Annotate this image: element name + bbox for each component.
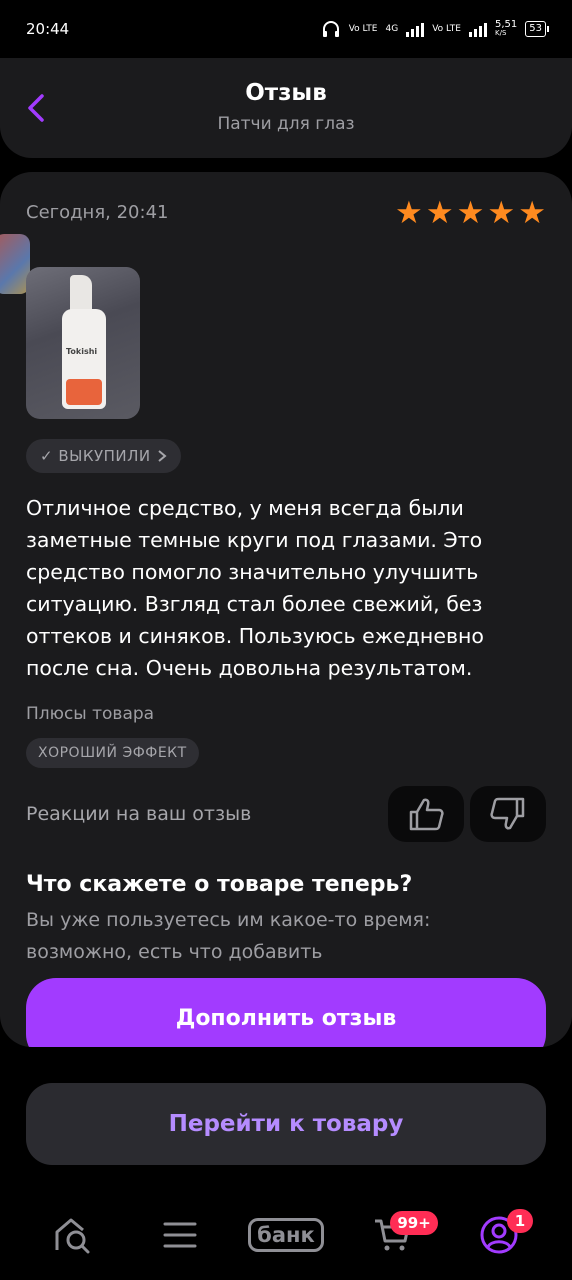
review-date: Сегодня, 20:41 bbox=[26, 202, 169, 223]
bottle-label bbox=[66, 379, 102, 405]
status-time: 20:44 bbox=[26, 20, 70, 38]
dislike-button[interactable] bbox=[470, 786, 546, 842]
headphones-icon bbox=[322, 21, 339, 37]
bottle-brand: Tokishi bbox=[66, 347, 98, 356]
bought-badge[interactable]: ✓ ВЫКУПИЛИ bbox=[26, 439, 181, 473]
battery-icon: 53 bbox=[525, 21, 549, 37]
thumbs-down-icon bbox=[490, 797, 525, 830]
profile-badge: 1 bbox=[506, 1209, 534, 1233]
bottle-pump bbox=[70, 275, 92, 313]
speed-readout: 5,51 K/S bbox=[495, 20, 517, 38]
update-prompt-title: Что скажете о товаре теперь? bbox=[26, 872, 413, 897]
network-label-1: Vo LTE bbox=[348, 24, 378, 34]
nav-profile[interactable]: 1 bbox=[459, 1205, 539, 1265]
chevron-right-icon bbox=[158, 450, 167, 462]
speed-unit: K/S bbox=[495, 29, 507, 37]
review-photo[interactable]: Tokishi bbox=[26, 267, 140, 419]
nav-bank[interactable]: банк bbox=[246, 1205, 326, 1265]
reactions-label: Реакции на ваш отзыв bbox=[26, 803, 252, 825]
go-to-product-button[interactable]: Перейти к товару bbox=[26, 1083, 546, 1165]
status-indicators: Vo LTE 4G Vo LTE 5,51 K/S 53 bbox=[321, 20, 549, 38]
review-body: Отличное средство, у меня всегда были за… bbox=[26, 496, 484, 680]
nav-home[interactable] bbox=[33, 1205, 113, 1265]
bank-logo: банк bbox=[248, 1218, 324, 1252]
network-label-2: 4G bbox=[385, 24, 399, 34]
bottom-navigation: банк 99+ 1 bbox=[0, 1190, 572, 1280]
bought-label: ✓ ВЫКУПИЛИ bbox=[40, 447, 151, 465]
star-icon: ★ bbox=[487, 195, 516, 231]
star-icon: ★ bbox=[456, 195, 485, 231]
update-prompt-description: Вы уже пользуетесь им какое-то время: во… bbox=[26, 909, 431, 963]
add-to-review-button[interactable]: Дополнить отзыв bbox=[26, 978, 546, 1047]
nav-catalog[interactable] bbox=[140, 1205, 220, 1265]
page-subtitle: Патчи для глаз bbox=[217, 114, 355, 134]
signal-icon bbox=[406, 21, 425, 37]
signal-icon-2 bbox=[469, 21, 487, 37]
pros-tag: ХОРОШИЙ ЭФФЕКТ bbox=[26, 738, 199, 768]
speed-value: 5,51 bbox=[495, 19, 518, 30]
status-bar: 20:44 Vo LTE 4G Vo LTE 5,51 K/S 53 bbox=[0, 0, 572, 58]
network-label-3: Vo LTE bbox=[432, 24, 461, 34]
star-icon: ★ bbox=[395, 195, 423, 231]
star-icon: ★ bbox=[425, 195, 454, 231]
cart-badge: 99+ bbox=[390, 1211, 438, 1235]
thumbs-up-icon bbox=[409, 798, 444, 831]
rating-stars: ★ ★ ★ ★ ★ bbox=[395, 196, 546, 230]
nav-cart[interactable]: 99+ bbox=[352, 1205, 438, 1265]
review-card: Сегодня, 20:41 ★ ★ ★ ★ ★ Tokishi ✓ ВЫКУП… bbox=[0, 172, 572, 1047]
top-bar: Отзыв Патчи для глаз bbox=[0, 58, 572, 158]
pros-label: Плюсы товара bbox=[26, 704, 155, 724]
star-icon: ★ bbox=[518, 195, 546, 231]
like-button[interactable] bbox=[388, 786, 464, 842]
menu-icon bbox=[163, 1222, 197, 1248]
page-title: Отзыв bbox=[245, 80, 327, 106]
home-search-icon bbox=[55, 1218, 90, 1254]
